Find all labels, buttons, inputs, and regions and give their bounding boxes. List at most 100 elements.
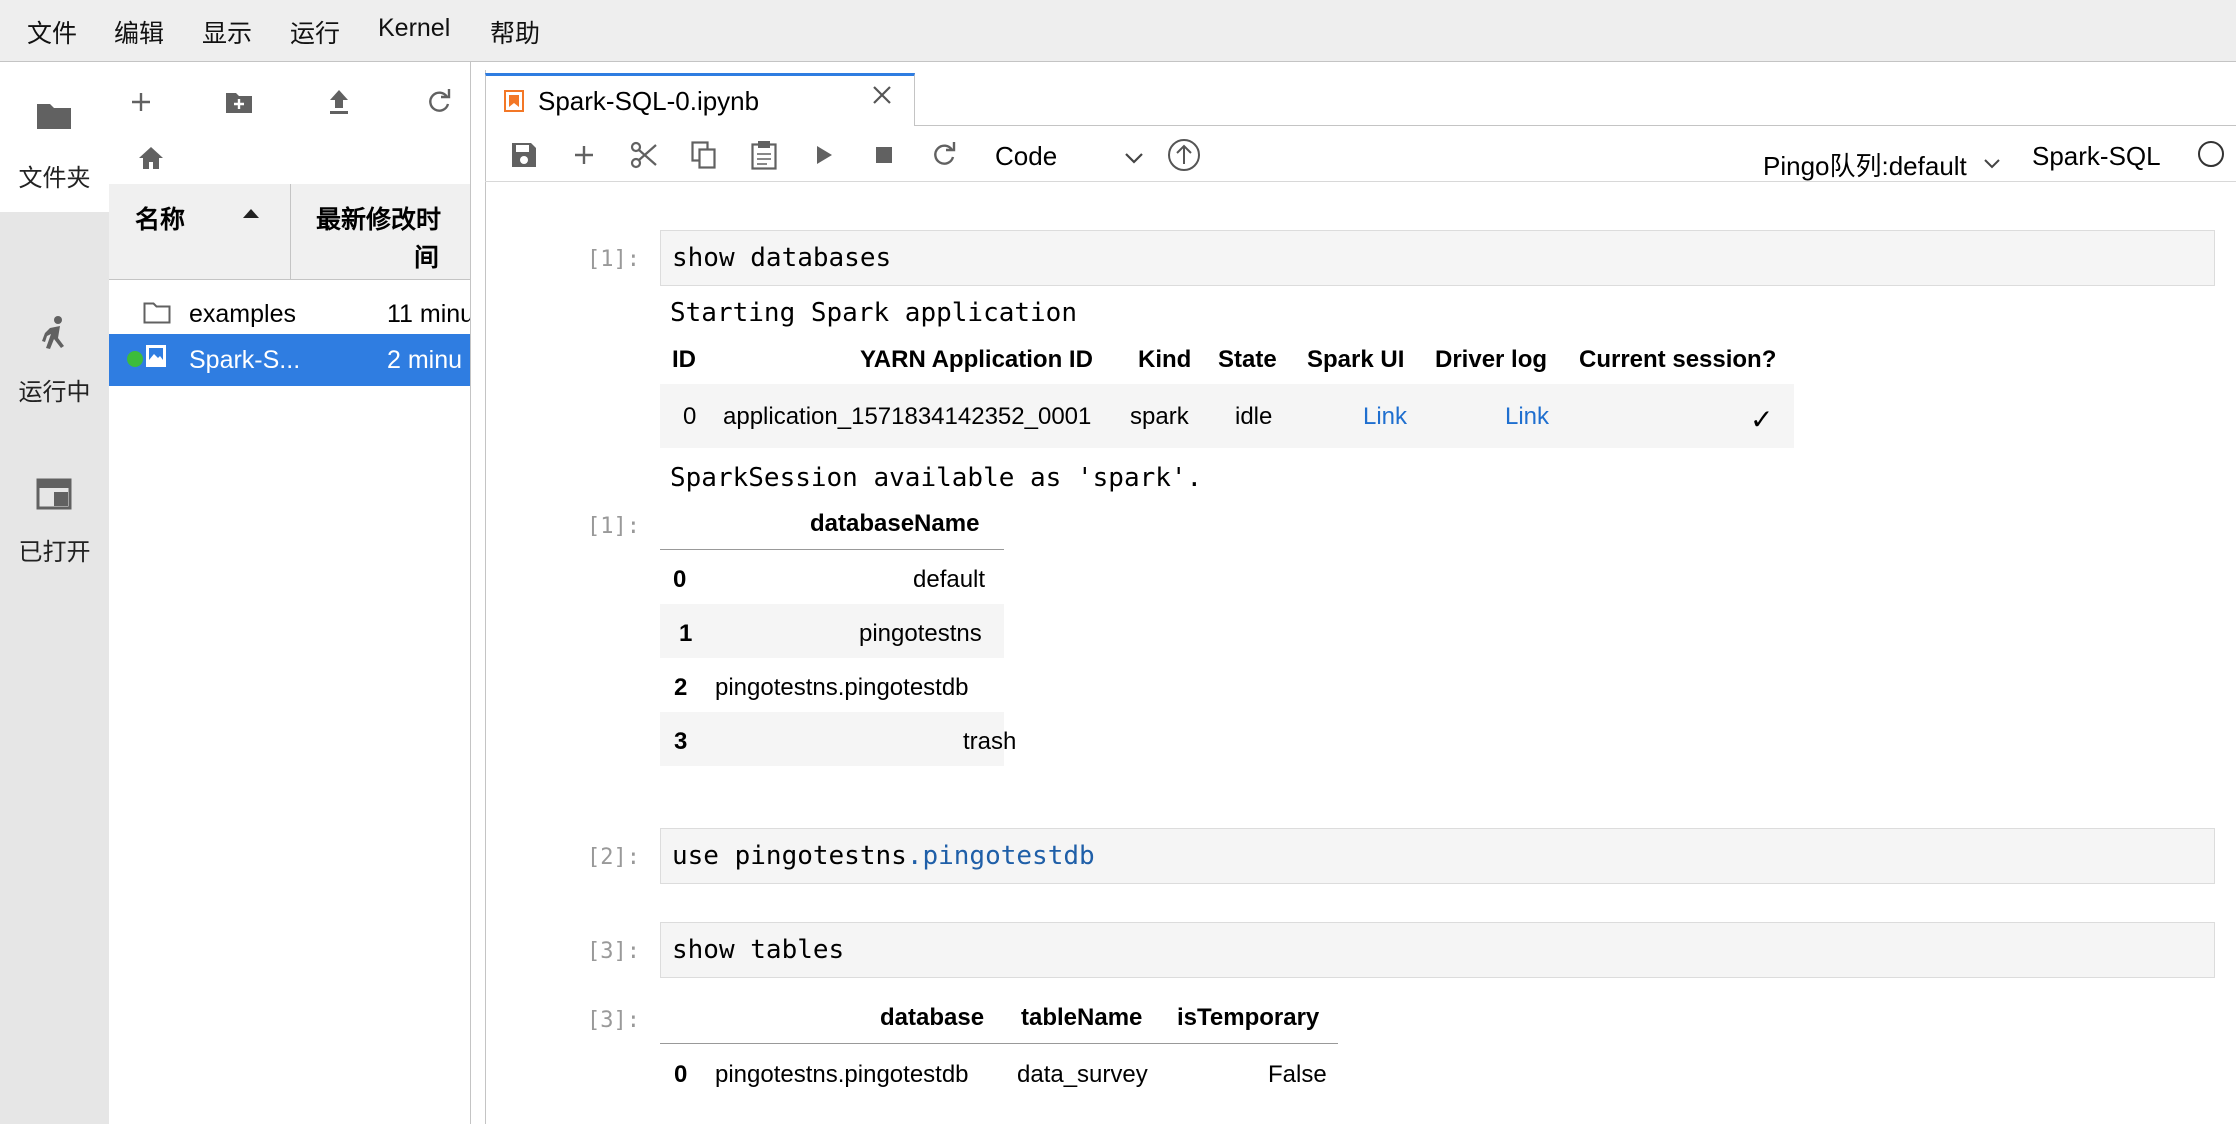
refresh-filelist-button[interactable] <box>417 80 461 124</box>
current-session-check: ✓ <box>1750 404 1774 435</box>
session-header-state: State <box>1218 346 1277 373</box>
paste-button[interactable] <box>745 136 783 174</box>
save-icon <box>512 143 536 167</box>
new-folder-button[interactable] <box>217 80 261 124</box>
cell-1-output-prompt: [1]: <box>587 514 640 539</box>
insert-cell-button[interactable] <box>565 136 603 174</box>
row-value: pingotestns <box>859 620 982 647</box>
submit-button[interactable] <box>1165 136 1203 174</box>
menu-edit[interactable]: 编辑 <box>114 14 164 50</box>
session-id: 0 <box>683 403 697 430</box>
run-button[interactable] <box>805 136 843 174</box>
cell-type-select[interactable]: Code <box>990 134 1150 176</box>
column-name-header[interactable]: 名称 <box>135 200 185 236</box>
file-name: examples <box>189 300 296 328</box>
chevron-down-icon <box>1125 153 1143 164</box>
copy-icon <box>691 141 716 169</box>
file-name: Spark-S... <box>189 346 301 374</box>
row-value: default <box>913 566 986 593</box>
queue-select[interactable]: Pingo队列:default <box>1763 136 2003 181</box>
session-state: idle <box>1235 403 1273 430</box>
tab-title: Spark-SQL-0.ipynb <box>538 86 760 116</box>
table-header-rule <box>660 549 1004 550</box>
cell-3-input-prompt: [3]: <box>587 939 640 964</box>
activity-bar: 文件夹 运行中 已打开 <box>0 62 109 1124</box>
cell-1-output-text-2: SparkSession available as 'spark'. <box>670 463 1203 493</box>
session-header-kind: Kind <box>1138 346 1192 373</box>
table-row <box>660 712 1004 766</box>
chevron-down-icon <box>1984 159 2000 169</box>
cell-3-editor[interactable]: show tables <box>660 922 2215 978</box>
session-header-driverlog: Driver log <box>1435 346 1548 373</box>
cell-1-editor[interactable]: show databases <box>660 230 2215 286</box>
activity-running-tab[interactable]: 运行中 <box>0 212 109 406</box>
cell-1-output-text: Starting Spark application <box>670 298 1077 328</box>
interrupt-button[interactable] <box>865 136 903 174</box>
menu-view[interactable]: 显示 <box>202 14 252 50</box>
session-header-appid: YARN Application ID <box>860 346 1093 373</box>
tab-notebook[interactable]: Spark-SQL-0.ipynb <box>485 73 915 126</box>
kernel-name[interactable]: Spark-SQL <box>2032 141 2161 172</box>
play-icon <box>817 146 832 164</box>
activity-files-tab[interactable]: 文件夹 <box>0 62 109 212</box>
file-modified: 2 minu <box>387 346 463 374</box>
driver-log-link[interactable]: Link <box>1505 403 1549 431</box>
kernel-status-icon <box>2198 141 2224 167</box>
plus-icon <box>575 146 593 164</box>
sort-ascending-icon <box>243 209 259 218</box>
notebook-tab-icon <box>504 90 524 112</box>
restart-kernel-button[interactable] <box>925 136 963 174</box>
file-list-header: 名称 最新修改时 间 <box>109 184 470 280</box>
row-index: 0 <box>673 566 687 593</box>
menu-help[interactable]: 帮助 <box>490 14 540 50</box>
cell-1-input-prompt: [1]: <box>587 247 640 272</box>
column-modified-header[interactable]: 最新修改时 间 <box>290 184 470 280</box>
tables-header-tablename: tableName <box>1021 1004 1143 1031</box>
activity-opened-tab[interactable]: 已打开 <box>0 362 109 566</box>
session-appid: application_1571834142352_0001 <box>723 403 1092 430</box>
menu-file[interactable]: 文件 <box>27 14 77 50</box>
save-button[interactable] <box>505 136 543 174</box>
plus-icon <box>132 93 150 111</box>
file-modified: 11 minu <box>387 300 471 328</box>
upload-button[interactable] <box>317 80 361 124</box>
session-kind: spark <box>1130 403 1189 430</box>
arrow-up-circle-icon <box>1168 139 1200 171</box>
new-launcher-button[interactable] <box>119 80 163 124</box>
tab-bar: Spark-SQL-0.ipynb <box>485 70 2236 126</box>
spark-ui-link[interactable]: Link <box>1363 403 1407 431</box>
row-database: pingotestns.pingotestdb <box>715 1061 969 1088</box>
cell-2-source: use pingotestns.pingotestdb <box>672 841 1095 871</box>
cell-3-source: show tables <box>672 935 845 965</box>
cut-button[interactable] <box>625 136 663 174</box>
tables-header-istemporary: isTemporary <box>1177 1004 1320 1031</box>
row-index: 2 <box>674 674 688 701</box>
home-icon <box>139 147 163 169</box>
row-value: pingotestns.pingotestdb <box>715 674 969 701</box>
home-breadcrumb[interactable] <box>129 136 173 180</box>
folder-outline-icon <box>143 302 171 324</box>
row-value: trash <box>963 728 1017 755</box>
cell-type-value: Code <box>995 141 1058 171</box>
file-row-notebook[interactable]: Spark-S... 2 minu <box>109 334 470 386</box>
cell-2-input-prompt: [2]: <box>587 845 640 870</box>
cell-2-editor[interactable]: use pingotestns.pingotestdb <box>660 828 2215 884</box>
close-icon[interactable] <box>871 84 893 106</box>
menu-kernel[interactable]: Kernel <box>378 14 450 43</box>
clipboard-icon <box>751 141 777 170</box>
cell-2-source-member: .pingotestdb <box>906 841 1095 871</box>
menu-run[interactable]: 运行 <box>290 14 340 50</box>
refresh-icon <box>934 142 956 165</box>
queue-value: Pingo队列:default <box>1763 151 1967 181</box>
copy-button[interactable] <box>685 136 723 174</box>
refresh-icon <box>429 89 451 112</box>
kernel-running-dot <box>127 351 143 367</box>
folder-icon <box>37 104 71 129</box>
tabs-icon <box>36 478 72 510</box>
new-folder-icon <box>226 93 252 113</box>
notebook-icon <box>146 345 166 367</box>
file-row-examples[interactable]: examples 11 minu <box>109 288 471 340</box>
row-index: 1 <box>679 620 693 647</box>
row-index: 3 <box>674 728 688 755</box>
scissors-icon <box>630 141 657 169</box>
